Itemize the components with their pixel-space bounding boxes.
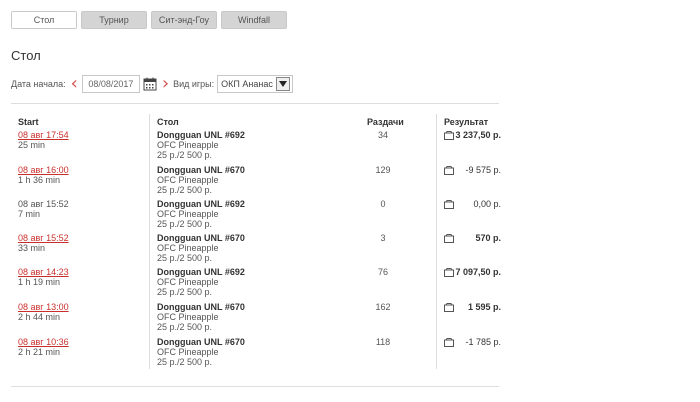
table-cell: Dongguan UNL #692 OFC Pineapple 25 р./2 50… [157,267,245,297]
hands-count: 162 [375,302,391,312]
game-type: OFC Pineapple [157,277,219,287]
result-value: -1 785 р. [465,337,501,347]
divider-top [11,103,499,104]
tab-table[interactable]: Стол [11,11,77,29]
table-row: 08 авг 10:36 2 h 21 min Dongguan UNL #670 O… [0,337,700,371]
game-type: OFC Pineapple [157,312,219,322]
table-name: Dongguan UNL #692 [157,130,245,140]
result-value: 570 р. [475,233,501,243]
game-type-value: ОКП Ананас [221,79,273,89]
result-value: 0,00 р. [473,199,501,209]
hands-count: 76 [377,267,388,277]
table-name: Dongguan UNL #670 [157,233,245,243]
hands-count: 3 [380,233,386,243]
tab-windfall[interactable]: Windfall [221,11,287,29]
start-time-link: 08 авг 15:52 [18,199,69,209]
chevron-right-icon[interactable]: › [162,74,169,94]
table-name: Dongguan UNL #692 [157,267,245,277]
table-name: Dongguan UNL #670 [157,302,245,312]
result-value: -9 575 р. [465,165,501,175]
hands-count: 0 [380,199,386,209]
column-header-hands[interactable]: Раздачи [367,117,404,127]
page-title: Стол [11,48,41,63]
start-cell: 08 авг 15:52 33 min [18,233,69,253]
column-header-start[interactable]: Start [18,117,39,127]
stakes: 25 р./2 500 р. [157,219,213,229]
table-cell: Dongguan UNL #670 OFC Pineapple 25 р./2 50… [157,233,245,263]
stakes: 25 р./2 500 р. [157,287,213,297]
divider-bottom [11,386,499,387]
stakes: 25 р./2 500 р. [157,150,213,160]
table-cell: Dongguan UNL #692 OFC Pineapple 25 р./2 50… [157,199,245,229]
hands-count: 129 [375,165,391,175]
duration: 33 min [18,243,46,253]
start-cell: 08 авг 15:52 7 min [18,199,69,219]
result-value: 3 237,50 р. [455,130,501,140]
tab-tournament[interactable]: Турнир [81,11,147,29]
start-time-link[interactable]: 08 авг 15:52 [18,233,69,243]
start-cell: 08 авг 16:00 1 h 36 min [18,165,69,185]
filter-bar: Дата начала: ‹ 08/08/2017 › Вид игры: ОК… [11,74,293,94]
start-time-link[interactable]: 08 авг 16:00 [18,165,69,175]
start-time-link[interactable]: 08 авг 14:23 [18,267,69,277]
result-value: 7 097,50 р. [455,267,501,277]
date-label: Дата начала: [11,79,66,89]
duration: 1 h 36 min [18,175,61,185]
table-cell: Dongguan UNL #670 OFC Pineapple 25 р./2 50… [157,302,245,332]
table-row: 08 авг 16:00 1 h 36 min Dongguan UNL #670 O… [0,165,700,199]
stakes: 25 р./2 500 р. [157,253,213,263]
table-cell: Dongguan UNL #670 OFC Pineapple 25 р./2 50… [157,337,245,367]
start-cell: 08 авг 14:23 1 h 19 min [18,267,69,287]
start-time-link[interactable]: 08 авг 10:36 [18,337,69,347]
duration: 2 h 44 min [18,312,61,322]
table-name: Dongguan UNL #670 [157,337,245,347]
table-row: 08 авг 13:00 2 h 44 min Dongguan UNL #670 O… [0,302,700,336]
tab-sit-and-go[interactable]: Сит-энд-Гоу [151,11,217,29]
result-value: 1 595 р. [467,302,501,312]
table-row: 08 авг 14:23 1 h 19 min Dongguan UNL #692 O… [0,267,700,301]
game-type: OFC Pineapple [157,347,219,357]
tab-bar: Стол Турнир Сит-энд-Гоу Windfall [11,11,287,29]
dropdown-arrow-icon[interactable] [275,77,290,91]
table-row: 08 авг 15:52 7 min Dongguan UNL #692 OFC Pi… [0,199,700,233]
duration: 25 min [18,140,46,150]
table-cell: Dongguan UNL #692 OFC Pineapple 25 р./2 50… [157,130,245,160]
game-type: OFC Pineapple [157,175,219,185]
duration: 2 h 21 min [18,347,61,357]
start-cell: 08 авг 10:36 2 h 21 min [18,337,69,357]
stakes: 25 р./2 500 р. [157,322,213,332]
stakes: 25 р./2 500 р. [157,185,213,195]
start-time-link[interactable]: 08 авг 13:00 [18,302,69,312]
duration: 1 h 19 min [18,277,61,287]
column-header-result[interactable]: Результат [444,117,488,127]
table-name: Dongguan UNL #692 [157,199,245,209]
game-type: OFC Pineapple [157,243,219,253]
start-cell: 08 авг 13:00 2 h 44 min [18,302,69,322]
game-type: OFC Pineapple [157,140,219,150]
hands-count: 118 [375,337,391,347]
chevron-left-icon[interactable]: ‹ [71,74,78,94]
start-time-link[interactable]: 08 авг 17:54 [18,130,69,140]
table-cell: Dongguan UNL #670 OFC Pineapple 25 р./2 50… [157,165,245,195]
game-type-label: Вид игры: [173,79,215,89]
calendar-icon[interactable] [143,77,157,91]
stakes: 25 р./2 500 р. [157,357,213,367]
duration: 7 min [18,209,41,219]
date-field[interactable]: 08/08/2017 [81,75,140,93]
start-cell: 08 авг 17:54 25 min [18,130,69,150]
table-row: 08 авг 17:54 25 min Dongguan UNL #692 OFC P… [0,130,700,164]
game-type-select[interactable]: ОКП Ананас [217,75,293,93]
column-header-table[interactable]: Стол [157,117,179,127]
table-row: 08 авг 15:52 33 min Dongguan UNL #670 OFC P… [0,233,700,267]
table-name: Dongguan UNL #670 [157,165,245,175]
hands-count: 34 [377,130,388,140]
game-type: OFC Pineapple [157,209,219,219]
